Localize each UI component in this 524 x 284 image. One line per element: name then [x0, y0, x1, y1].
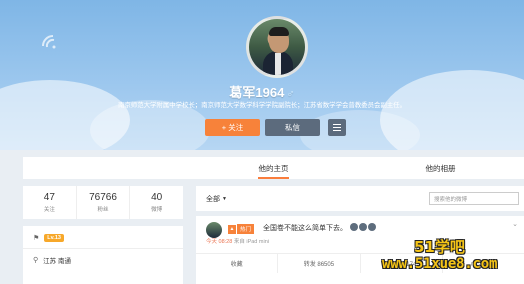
profile-username: 葛军1964	[229, 85, 285, 100]
location-row: ⚲ 江苏 南通	[33, 255, 71, 265]
stat-value: 40	[151, 192, 163, 203]
follow-button[interactable]: + 关注	[205, 119, 260, 136]
flag-icon: ⚑	[33, 235, 40, 242]
watermark-url: www.51xue8.com	[382, 256, 498, 272]
profile-info-card: ⚑ Lv.13 ⚲ 江苏 南通	[23, 226, 183, 284]
feed-filter-bar: 全部 ▼ 搜索他的微博	[196, 186, 524, 211]
tab-spacer	[23, 157, 190, 179]
post-author-avatar[interactable]	[206, 222, 222, 238]
feed-search-input[interactable]: 搜索他的微博	[429, 192, 519, 205]
filter-label: 全部	[206, 195, 220, 203]
watermark-title: 51学吧	[414, 238, 465, 256]
more-menu-button[interactable]	[328, 119, 346, 136]
wifi-icon	[42, 35, 56, 49]
emoji-icon	[367, 223, 376, 231]
feed-filter-dropdown[interactable]: 全部 ▼	[206, 194, 227, 204]
hot-badge-label: 热门	[237, 224, 255, 234]
stat-posts[interactable]: 40 微博	[130, 186, 183, 219]
favorite-button[interactable]: 收藏	[196, 254, 279, 273]
tab-home[interactable]: 他的主页	[190, 157, 357, 179]
profile-tabs: 他的主页 他的相册	[23, 157, 524, 179]
stat-label: 微博	[151, 207, 163, 213]
stat-label: 粉丝	[97, 207, 109, 213]
chevron-down-icon[interactable]: ⌄	[512, 220, 518, 228]
location-pin-icon: ⚲	[33, 257, 39, 264]
level-row: ⚑ Lv.13	[33, 234, 64, 242]
emoji-icon	[358, 223, 367, 231]
stat-value: 47	[43, 192, 55, 203]
hot-badge: ▲ 热门	[228, 224, 255, 234]
feed-post: ▲ 热门 全国卷不能这么简单下去。 今天 08:28 来自 iPad mini …	[196, 216, 524, 284]
stat-following[interactable]: 47 关注	[23, 186, 77, 219]
post-time[interactable]: 今天 08:28	[206, 239, 232, 245]
post-meta: 今天 08:28 来自 iPad mini	[206, 237, 269, 245]
flame-icon: ▲	[228, 224, 236, 234]
message-button[interactable]: 私信	[265, 119, 320, 136]
divider	[23, 248, 183, 249]
stat-label: 关注	[43, 207, 55, 213]
stat-value: 76766	[89, 192, 117, 203]
profile-bio: 南京师范大学附属中学校长；南京师范大学数学科学学院副院长；江苏省数学学会普教委员…	[117, 102, 406, 109]
post-source: 来自 iPad mini	[233, 239, 269, 245]
tab-album[interactable]: 他的相册	[357, 157, 524, 179]
stat-followers[interactable]: 76766 粉丝	[77, 186, 131, 219]
repost-button[interactable]: 转发 86505	[278, 254, 361, 273]
profile-avatar[interactable]	[246, 16, 308, 78]
location-text: 江苏 南通	[43, 258, 71, 265]
caret-down-icon: ▼	[222, 195, 227, 202]
post-text: 全国卷不能这么简单下去。	[263, 225, 347, 232]
post-content: 全国卷不能这么简单下去。	[263, 223, 376, 233]
emoji-icon	[349, 223, 358, 231]
level-badge[interactable]: Lv.13	[44, 234, 64, 242]
profile-stats: 47 关注 76766 粉丝 40 微博	[23, 186, 183, 219]
